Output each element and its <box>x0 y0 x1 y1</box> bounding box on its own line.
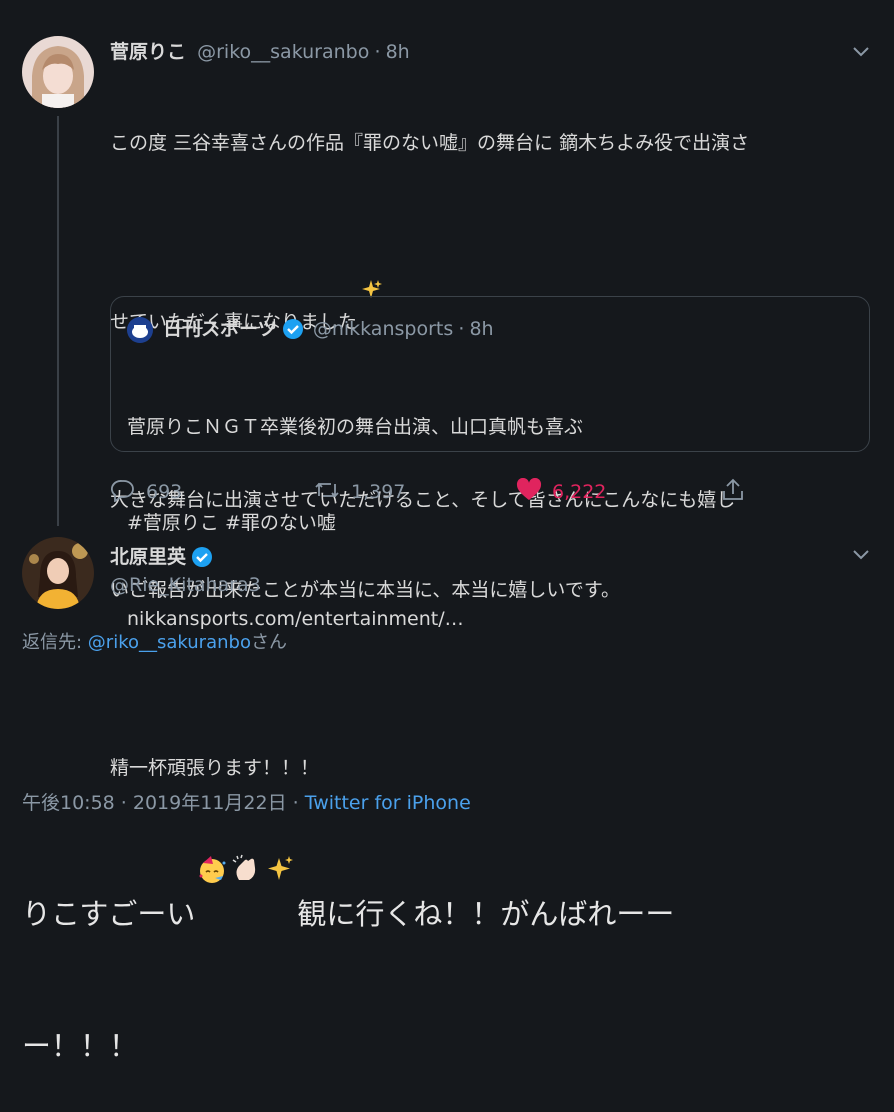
reply-to-link[interactable]: @riko__sakuranbo <box>88 632 251 653</box>
verified-badge-icon <box>282 318 304 344</box>
chevron-down-icon[interactable] <box>850 543 872 565</box>
quoted-tweet[interactable]: 日刊スポーツ @nikkansports · 8h 菅原りこＮＧＴ卒業後初の舞台… <box>110 296 870 630</box>
quote-hashtags: #菅原りこ #罪のない嘘 <box>127 512 336 534</box>
tweet1-header: 菅原りこ @riko__sakuranbo · 8h <box>110 37 410 63</box>
tweet-meta: 午後10:58 · 2019年11月22日 · Twitter for iPho… <box>22 788 471 815</box>
retweet-icon <box>313 478 341 507</box>
avatar-rie[interactable] <box>22 537 94 609</box>
tweet-time[interactable]: 8h <box>386 41 410 63</box>
heart-icon <box>516 477 542 507</box>
reply-button[interactable]: 693 <box>110 478 182 506</box>
reply-to-prefix: 返信先: <box>22 632 88 653</box>
text-line: ー！！！ <box>22 1029 139 1063</box>
tweet2-body: りこすごーい 観に行くね！！がんばれーー ー！！！ <box>22 676 872 1112</box>
quote-line: 菅原りこＮＧＴ卒業後初の舞台出演、山口真帆も喜ぶ <box>127 416 584 438</box>
reply-icon <box>110 478 136 507</box>
quote-author-handle: @nikkansports <box>312 318 454 340</box>
verified-badge-icon <box>191 546 213 572</box>
author-handle[interactable]: @riko__sakuranbo <box>197 41 369 63</box>
avatar-riko[interactable] <box>22 36 94 108</box>
reply-to-suffix: さん <box>250 632 287 653</box>
thread-line <box>57 116 59 526</box>
quote-time: 8h <box>469 318 494 340</box>
author-handle[interactable]: @Rie_Kitahara3 <box>110 574 261 596</box>
author-name[interactable]: 北原里英 <box>110 546 186 568</box>
timestamp[interactable]: 午後10:58 · 2019年11月22日 <box>22 792 287 814</box>
nikkan-logo-icon <box>127 317 153 343</box>
author-name[interactable]: 菅原りこ <box>110 41 186 63</box>
text-line: この度 三谷幸喜さんの作品『罪のない嘘』の舞台に 鏑木ちよみ役で出演さ <box>110 132 750 154</box>
like-count: 6,222 <box>552 481 607 503</box>
reply-to: 返信先: @riko__sakuranboさん <box>22 628 287 654</box>
separator-dot: · <box>292 792 299 814</box>
retweet-count: 1,397 <box>351 481 406 503</box>
separator-dot: · <box>374 41 381 63</box>
chevron-down-icon[interactable] <box>850 40 872 62</box>
share-button[interactable] <box>720 478 746 506</box>
reply-count: 693 <box>146 481 183 503</box>
like-button[interactable]: 6,222 <box>516 477 607 507</box>
tweet2-header: 北原里英 <box>110 542 213 572</box>
share-icon <box>720 477 746 508</box>
quote-author-name: 日刊スポーツ <box>163 318 277 340</box>
source-link[interactable]: Twitter for iPhone <box>305 792 471 814</box>
sparkles-icon <box>359 218 383 298</box>
quote-header: 日刊スポーツ @nikkansports · 8h <box>163 314 494 344</box>
retweet-button[interactable]: 1,397 <box>313 478 405 506</box>
